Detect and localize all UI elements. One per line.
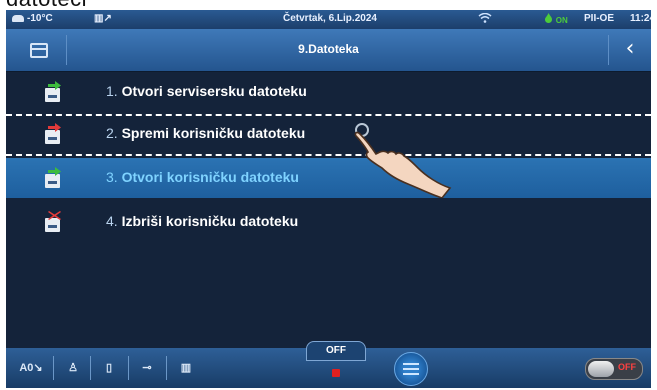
menu-button[interactable] <box>394 352 428 386</box>
cloud-icon <box>12 14 24 22</box>
radiator-icon[interactable]: ▥ <box>174 356 198 380</box>
title-bar: 9.Datoteka ‹ <box>6 29 651 72</box>
save-user-file-icon <box>44 123 62 145</box>
delete-user-file-icon <box>44 211 62 233</box>
fuel-icon[interactable]: ♙ <box>62 356 84 380</box>
on-indicator: ON <box>544 13 568 26</box>
wifi-icon <box>478 12 492 26</box>
heating-indicator-icon: ▥↗ <box>94 13 112 24</box>
open-user-file-icon <box>44 167 62 189</box>
pointing-hand-icon <box>354 123 452 198</box>
status-time: 11:24 <box>630 13 651 24</box>
menu-item-label: 1. Otvori servisersku datoteku <box>106 83 307 99</box>
outdoor-temperature: -10°C <box>27 13 53 24</box>
menu-item-open-user-file[interactable]: 3. Otvori korisničku datoteku <box>6 158 651 198</box>
off-tab[interactable]: OFF <box>306 341 366 361</box>
status-date: Četvrtak, 6.Lip.2024 <box>283 13 377 24</box>
menu-item-label: 3. Otvori korisničku datoteku <box>106 169 299 185</box>
page-title: 9.Datoteka <box>298 42 359 56</box>
menu-item-open-service-file[interactable]: 1. Otvori servisersku datoteku <box>6 72 651 112</box>
weather-indicator: -10°C <box>12 13 53 24</box>
power-toggle[interactable]: OFF <box>585 358 643 380</box>
toggle-off-label: OFF <box>618 362 636 372</box>
menu-item-label: 4. Izbriši korisničku datoteku <box>106 213 299 229</box>
back-button[interactable]: ‹ <box>608 35 651 65</box>
status-dot <box>332 369 340 377</box>
tank-icon[interactable]: ▯ <box>98 356 120 380</box>
on-badge: ON <box>555 16 568 25</box>
auto-mode-button[interactable]: A0↘ <box>16 356 46 380</box>
bottom-toolbar: A0↘ ♙ ▯ ⊸ ▥ OFF OFF <box>6 341 651 388</box>
menu-item-save-user-file[interactable]: 2. Spremi korisničku datoteku <box>6 114 651 154</box>
controller-screen: -10°C ▥↗ Četvrtak, 6.Lip.2024 ON PII-OE … <box>6 10 651 388</box>
mode-label: PII-OE <box>584 13 615 24</box>
toggle-knob <box>588 361 614 377</box>
open-service-file-icon <box>44 81 62 103</box>
flame-icon <box>545 13 552 23</box>
menu-item-label: 2. Spremi korisničku datoteku <box>106 125 306 141</box>
status-bar: -10°C ▥↗ Četvrtak, 6.Lip.2024 ON PII-OE … <box>6 10 651 29</box>
tap-icon[interactable]: ⊸ <box>136 356 158 380</box>
menu-item-delete-user-file[interactable]: 4. Izbriši korisničku datoteku <box>6 202 651 242</box>
